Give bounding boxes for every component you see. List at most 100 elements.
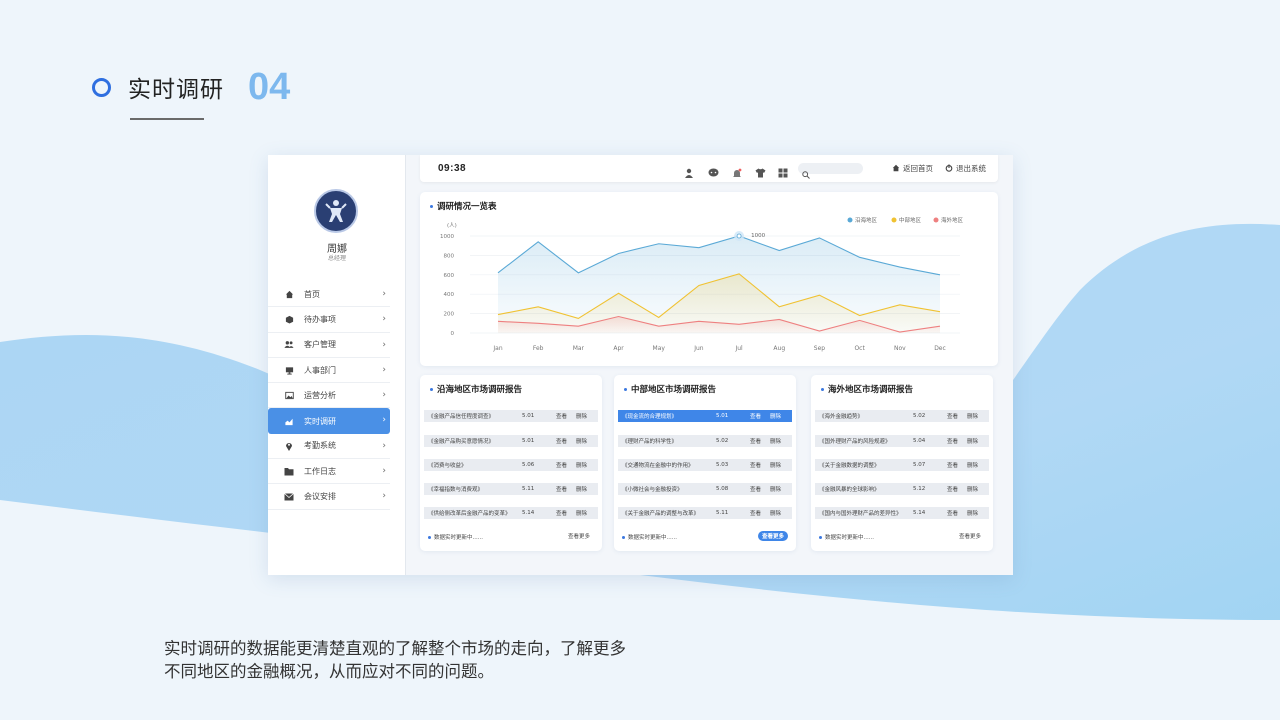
y-tick-label: 800 <box>444 253 455 259</box>
delete-button[interactable]: 删除 <box>967 412 978 420</box>
table-row[interactable]: 《交通物流在金融中的作用》 5.03 查看 删除 <box>618 459 792 471</box>
table-row[interactable]: 《金融产品信任程度调查》 5.01 查看 删除 <box>424 410 598 422</box>
sidebar-item-todo[interactable]: 待办事项 › <box>268 307 390 333</box>
chevron-right-icon: › <box>382 289 386 299</box>
delete-button[interactable]: 删除 <box>576 437 587 445</box>
view-button[interactable]: 查看 <box>556 461 567 469</box>
table-row[interactable]: 《供给侧改革后金融产品的变革》 5.14 查看 删除 <box>424 507 598 519</box>
grid-icon[interactable] <box>778 163 788 178</box>
sidebar-item-home[interactable]: 首页 › <box>268 282 390 308</box>
view-button[interactable]: 查看 <box>947 461 958 469</box>
table-row[interactable]: 《国外理财产品的风险规避》 5.04 查看 删除 <box>815 435 989 447</box>
x-tick-label: Nov <box>894 345 906 352</box>
view-button[interactable]: 查看 <box>750 461 761 469</box>
legend-label: 中部地区 <box>899 216 922 224</box>
bullet-dot <box>819 535 822 539</box>
delete-button[interactable]: 删除 <box>967 461 978 469</box>
update-status: 数据实时更新中...... <box>628 535 677 541</box>
sidebar-item-research[interactable]: 实时调研 › <box>268 408 390 434</box>
view-button[interactable]: 查看 <box>947 412 958 420</box>
power-icon <box>945 163 953 174</box>
view-button[interactable]: 查看 <box>750 509 761 517</box>
view-button[interactable]: 查看 <box>750 412 761 420</box>
sidebar-item-hr[interactable]: 人事部门 › <box>268 358 390 384</box>
view-button[interactable]: 查看 <box>750 437 761 445</box>
table-row[interactable]: 《小微社会与金融投资》 5.08 查看 删除 <box>618 483 792 495</box>
logout-label: 退出系统 <box>956 164 986 173</box>
report-date: 5.12 <box>913 486 926 492</box>
table-row[interactable]: 《幸福指数与消费观》 5.11 查看 删除 <box>424 483 598 495</box>
delete-button[interactable]: 删除 <box>967 485 978 493</box>
view-button[interactable]: 查看 <box>947 485 958 493</box>
report-date: 5.04 <box>913 438 926 444</box>
view-button[interactable]: 查看 <box>750 485 761 493</box>
chevron-right-icon: › <box>382 466 386 477</box>
delete-button[interactable]: 删除 <box>576 509 587 517</box>
table-row[interactable]: 《国内与国外理财产品的差异性》 5.14 查看 删除 <box>815 507 989 519</box>
report-card-title: 沿海地区市场调研报告 <box>430 383 522 395</box>
x-tick-label: Jul <box>734 345 743 352</box>
report-date: 5.07 <box>913 462 926 468</box>
shirt-icon[interactable] <box>755 163 766 178</box>
delete-button[interactable]: 删除 <box>770 412 781 420</box>
sidebar-item-customers[interactable]: 客户管理 › <box>268 333 390 358</box>
view-button[interactable]: 查看 <box>556 412 567 420</box>
home-icon <box>284 289 294 299</box>
slide-number: 04 <box>248 65 291 108</box>
legend-swatch <box>933 217 939 223</box>
view-button[interactable]: 查看 <box>947 437 958 445</box>
location-pin-icon <box>284 441 294 451</box>
delete-button[interactable]: 删除 <box>576 485 587 493</box>
delete-button[interactable]: 删除 <box>770 485 781 493</box>
user-icon[interactable] <box>684 163 694 178</box>
view-more-button[interactable]: 查看更多 <box>955 531 985 541</box>
logout-link[interactable]: 退出系统 <box>945 163 986 174</box>
sidebar-item-meetings[interactable]: 会议安排 › <box>268 484 390 510</box>
y-tick-label: 600 <box>444 273 455 279</box>
delete-button[interactable]: 删除 <box>967 437 978 445</box>
table-row[interactable]: 《金融风暴的全球影响》 5.12 查看 删除 <box>815 483 989 495</box>
table-row[interactable]: 《关于金融产品的调整与改革》 5.11 查看 删除 <box>618 507 792 519</box>
chat-icon[interactable] <box>708 163 719 177</box>
table-row[interactable]: 《消费与收益》 5.06 查看 删除 <box>424 459 598 471</box>
view-button[interactable]: 查看 <box>556 437 567 445</box>
chevron-right-icon: › <box>382 339 386 350</box>
sidebar-item-operations[interactable]: 运营分析 › <box>268 383 390 409</box>
table-row[interactable]: 《理财产品的科学性》 5.02 查看 删除 <box>618 435 792 447</box>
delete-button[interactable]: 删除 <box>770 461 781 469</box>
report-title: 《国内与国外理财产品的差异性》 <box>819 511 902 517</box>
research-overview-card: 0 200 400 600 800 1000 (人) Jan Feb Mar Apr May Jun Ju… <box>420 192 998 366</box>
player-silhouette-icon <box>325 200 347 222</box>
delete-button[interactable]: 删除 <box>576 461 587 469</box>
sidebar-item-label: 会议安排 <box>304 492 336 502</box>
table-row[interactable]: 《海外金融趋势》 5.02 查看 删除 <box>815 410 989 422</box>
title-underline <box>130 118 204 120</box>
table-row[interactable]: 《金融产品购买意愿情况》 5.01 查看 删除 <box>424 435 598 447</box>
bell-icon[interactable] <box>732 163 742 177</box>
sidebar-item-label: 客户管理 <box>304 340 336 350</box>
delete-button[interactable]: 删除 <box>770 437 781 445</box>
chevron-right-icon: › <box>382 415 386 426</box>
delete-button[interactable]: 删除 <box>576 412 587 420</box>
view-button[interactable]: 查看 <box>947 509 958 517</box>
sidebar-item-label: 实时调研 <box>304 416 336 426</box>
table-row[interactable]: 《现金流的合理规划》 5.01 查看 删除 <box>618 410 792 422</box>
view-more-button[interactable]: 查看更多 <box>757 531 788 541</box>
x-tick-label: Oct <box>854 345 865 352</box>
report-card-title: 中部地区市场调研报告 <box>624 383 716 395</box>
back-home-link[interactable]: 返回首页 <box>892 163 933 174</box>
table-row[interactable]: 《关于金融数据的调整》 5.07 查看 删除 <box>815 459 989 471</box>
view-more-button[interactable]: 查看更多 <box>564 531 594 541</box>
avatar[interactable] <box>314 189 358 233</box>
report-date: 5.14 <box>913 510 926 516</box>
report-title: 《国外理财产品的风险规避》 <box>819 439 891 445</box>
view-button[interactable]: 查看 <box>556 509 567 517</box>
report-title: 《小微社会与金融投资》 <box>622 487 683 493</box>
sidebar-item-worklog[interactable]: 工作日志 › <box>268 459 390 485</box>
delete-button[interactable]: 删除 <box>967 509 978 517</box>
report-card-title-text: 海外地区市场调研报告 <box>828 385 914 395</box>
delete-button[interactable]: 删除 <box>770 509 781 517</box>
sidebar-item-attendance[interactable]: 考勤系统 › <box>268 434 390 460</box>
report-title: 《关于金融数据的调整》 <box>819 463 880 469</box>
view-button[interactable]: 查看 <box>556 485 567 493</box>
